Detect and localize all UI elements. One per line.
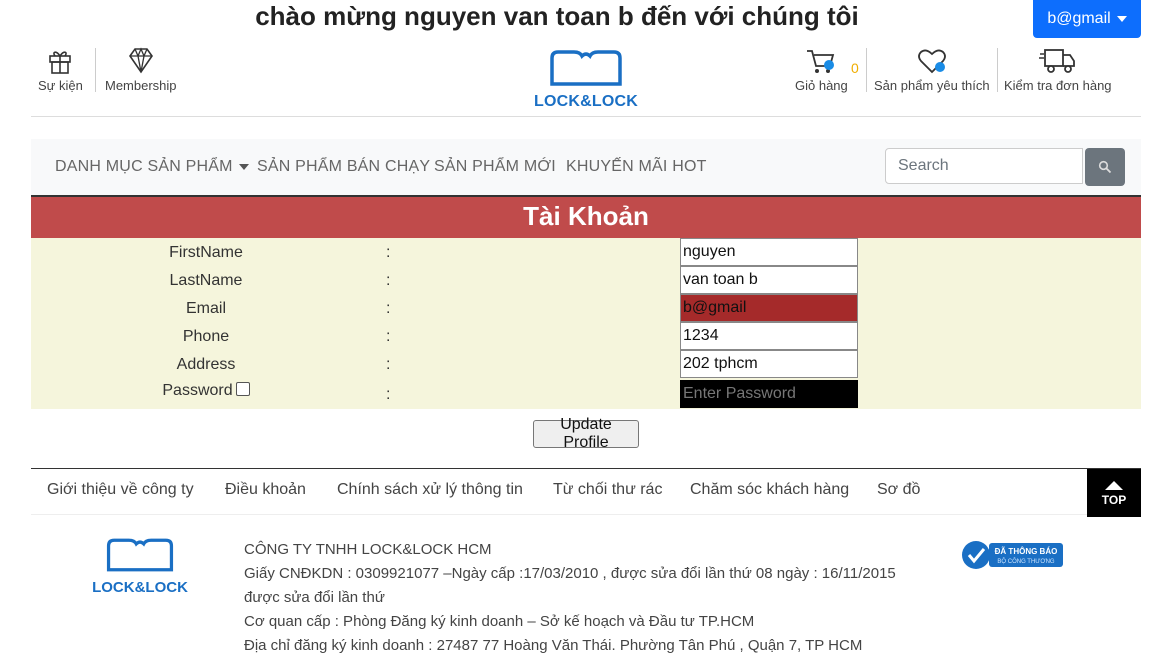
password-label-group: Password <box>116 381 296 400</box>
nav-best-sellers[interactable]: SẢN PHẨM BÁN CHẠY <box>257 158 430 176</box>
lock-lid-icon <box>550 50 622 86</box>
lastname-field[interactable] <box>680 266 858 294</box>
field-separator: : <box>386 272 391 289</box>
footer-link-privacy[interactable]: Chính sách xử lý thông tin <box>337 481 523 499</box>
firstname-field[interactable] <box>680 238 858 266</box>
brand-name: LOCK&LOCK <box>533 93 638 110</box>
badge-title: ĐÃ THÔNG BÁO <box>995 547 1058 556</box>
field-separator: : <box>386 244 391 261</box>
delivery-truck-icon <box>1038 49 1075 73</box>
footer-brand-name: LOCK&LOCK <box>92 579 188 596</box>
account-form: FirstName : LastName : Email : Phone : A… <box>31 238 1141 409</box>
cart-icon <box>807 50 835 73</box>
ministry-registered-badge[interactable]: ĐÃ THÔNG BÁO BỘ CÔNG THƯƠNG <box>961 540 1065 570</box>
user-menu-label: b@gmail <box>1047 10 1111 27</box>
order-check-link[interactable]: Kiểm tra đơn hàng <box>1004 46 1112 93</box>
back-to-top-button[interactable]: TOP <box>1087 469 1141 517</box>
membership-link[interactable]: Membership <box>105 46 177 93</box>
business-license: Giấy CNĐKDN : 0309921077 –Ngày cấp :17/0… <box>244 565 896 582</box>
account-title-banner: Tài Khoản <box>31 197 1141 238</box>
badge-subtitle: BỘ CÔNG THƯƠNG <box>997 558 1054 565</box>
lastname-label: LastName <box>169 272 243 289</box>
caret-down-icon <box>238 163 249 170</box>
registered-address: Địa chỉ đăng ký kinh doanh : 27487 77 Ho… <box>244 637 863 654</box>
header-divider <box>997 48 998 92</box>
back-to-top-label: TOP <box>1101 493 1127 507</box>
welcome-heading: chào mừng nguyen van toan b đến với chún… <box>255 1 859 31</box>
field-separator: : <box>386 386 391 403</box>
membership-label: Membership <box>105 78 177 93</box>
footer-link-sitemap[interactable]: Sơ đồ <box>877 481 920 499</box>
user-menu-button[interactable]: b@gmail <box>1033 0 1141 38</box>
address-label: Address <box>176 356 236 373</box>
business-license-amendment: được sửa đổi lần thứ <box>244 589 385 606</box>
email-field[interactable] <box>680 294 858 322</box>
order-check-label: Kiểm tra đơn hàng <box>1004 78 1112 93</box>
arrow-up-icon <box>1105 481 1123 490</box>
nav-new-products[interactable]: SẢN PHẨM MỚI <box>434 158 556 176</box>
password-label: Password <box>162 382 233 399</box>
lock-lid-icon <box>106 538 174 572</box>
email-label: Email <box>185 300 226 317</box>
show-password-checkbox[interactable] <box>235 381 250 396</box>
footer-link-spam[interactable]: Từ chối thư rác <box>553 481 662 499</box>
field-separator: : <box>386 328 391 345</box>
footer-divider-line <box>31 514 1087 515</box>
caret-down-icon <box>1116 16 1127 22</box>
events-label: Sự kiện <box>38 78 83 93</box>
field-separator: : <box>386 300 391 317</box>
cart-link[interactable]: Giỏ hàng <box>795 46 848 93</box>
nav-hot-promotions[interactable]: KHUYẾN MÃI HOT <box>566 158 707 176</box>
heart-icon <box>917 49 946 74</box>
issuing-authority: Cơ quan cấp : Phòng Đăng ký kinh doanh –… <box>244 613 755 630</box>
update-profile-button[interactable]: Update Profile <box>533 416 639 451</box>
header-divider <box>866 48 867 92</box>
cart-count-badge: 0 <box>851 60 859 76</box>
password-field[interactable] <box>680 380 858 408</box>
company-info: CÔNG TY TNHH LOCK&LOCK HCM Giấy CNĐKDN :… <box>244 538 944 658</box>
phone-label: Phone <box>182 328 230 345</box>
search-icon <box>1098 160 1112 174</box>
header-divider <box>95 48 96 92</box>
search-input[interactable] <box>885 148 1083 184</box>
events-link[interactable]: Sự kiện <box>38 46 83 93</box>
wishlist-label: Sản phẩm yêu thích <box>874 78 990 93</box>
nav-product-categories[interactable]: DANH MỤC SẢN PHẨM <box>55 158 249 176</box>
phone-field[interactable] <box>680 322 858 350</box>
diamond-icon <box>128 47 153 74</box>
field-separator: : <box>386 356 391 373</box>
brand-logo[interactable]: LOCK&LOCK <box>530 48 642 111</box>
gift-icon <box>49 51 72 74</box>
cart-label: Giỏ hàng <box>795 78 848 93</box>
footer-link-customer-care[interactable]: Chăm sóc khách hàng <box>690 481 849 499</box>
company-name: CÔNG TY TNHH LOCK&LOCK HCM <box>244 541 492 558</box>
main-navbar: DANH MỤC SẢN PHẨM SẢN PHẨM BÁN CHẠY SẢN … <box>31 139 1141 197</box>
footer-brand-logo[interactable]: LOCK&LOCK <box>90 536 190 596</box>
footer-link-terms[interactable]: Điều khoản <box>225 481 306 499</box>
firstname-label: FirstName <box>169 244 243 261</box>
address-field[interactable] <box>680 350 858 378</box>
footer-link-about[interactable]: Giới thiệu về công ty <box>47 481 194 499</box>
nav-product-categories-label: DANH MỤC SẢN PHẨM <box>55 158 233 175</box>
wishlist-link[interactable]: Sản phẩm yêu thích <box>874 46 990 93</box>
footer-divider-line <box>31 468 1141 469</box>
header-divider-line <box>31 116 1141 117</box>
search-button[interactable] <box>1085 148 1125 186</box>
